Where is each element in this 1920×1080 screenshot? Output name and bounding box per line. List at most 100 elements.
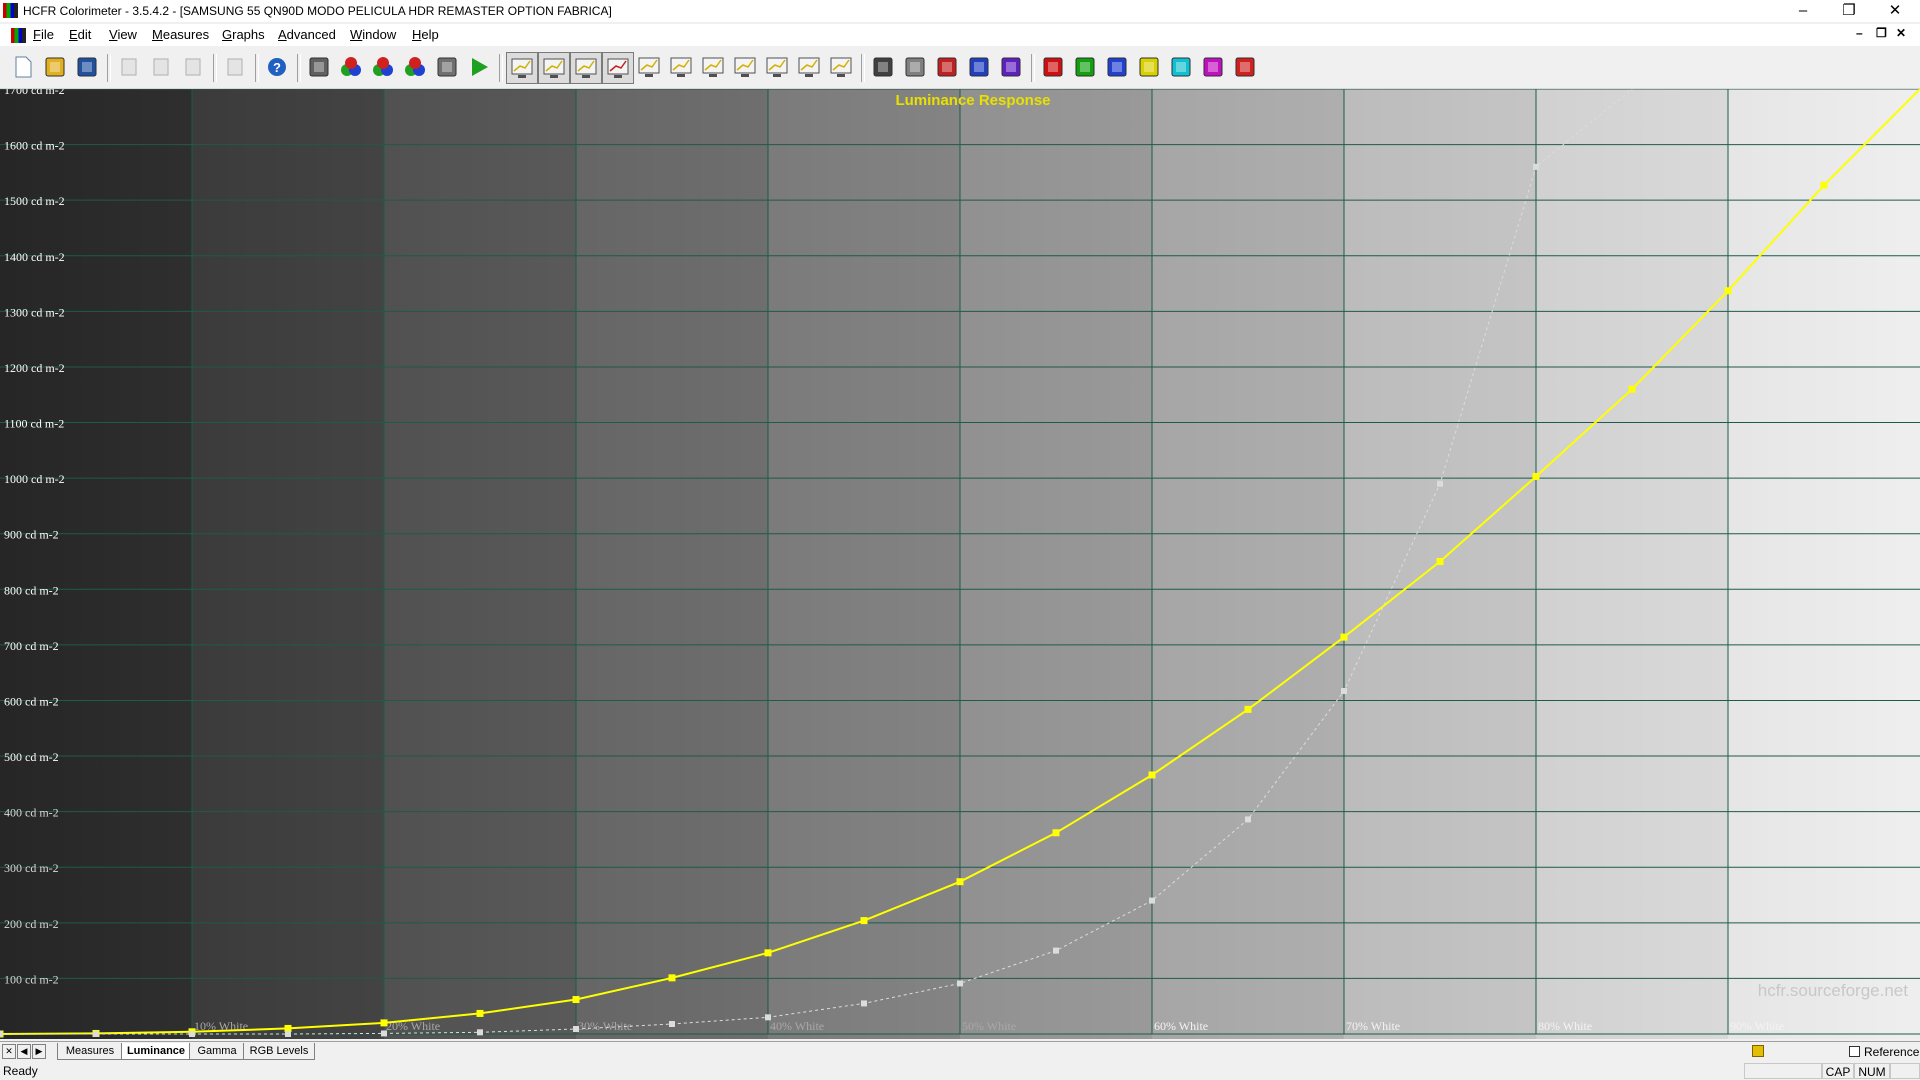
view-rgb-levels-button[interactable] [602, 52, 634, 84]
series-1-point [861, 1000, 867, 1007]
contrast-button[interactable] [996, 52, 1028, 84]
view-luminance-button[interactable] [538, 52, 570, 84]
open-icon [45, 57, 65, 77]
y-tick-label: 500 cd m-2 [4, 750, 59, 764]
series-1-point [1341, 688, 1347, 695]
play-button[interactable] [464, 52, 496, 84]
series-0-point [284, 1024, 292, 1032]
reference-checkbox[interactable] [1849, 1046, 1860, 1057]
y-tick-label: 800 cd m-2 [4, 583, 59, 597]
document-icon[interactable] [11, 28, 26, 43]
view-delta-e-button[interactable] [730, 52, 762, 84]
tab-close-icon[interactable]: ✕ [2, 1044, 16, 1059]
view-rgb-levels-icon [607, 58, 629, 78]
view-cie-button[interactable] [666, 52, 698, 84]
view-measures-button[interactable] [506, 52, 538, 84]
view-measures-icon [511, 58, 533, 78]
camera-button[interactable] [432, 52, 464, 84]
secondaries-measure-button[interactable] [964, 52, 996, 84]
view-near-black-button[interactable] [762, 52, 794, 84]
y-tick-label: 1500 cd m-2 [4, 194, 65, 208]
menu-help[interactable]: Help [412, 27, 439, 42]
window-title: HCFR Colorimeter - 3.5.4.2 - [SAMSUNG 55… [23, 4, 612, 18]
paste-button[interactable] [178, 52, 210, 84]
view-saturation-button[interactable] [634, 52, 666, 84]
save-button[interactable] [72, 52, 104, 84]
all-sat-button[interactable] [1230, 52, 1262, 84]
grayscale-scale-button[interactable] [900, 52, 932, 84]
contrast-icon [1001, 57, 1021, 77]
color-wheel-button[interactable] [400, 52, 432, 84]
help-button[interactable]: ? [262, 52, 294, 84]
menu-edit[interactable]: Edit [69, 27, 91, 42]
y-tick-label: 1400 cd m-2 [4, 250, 65, 264]
close-button[interactable]: ✕ [1872, 0, 1918, 22]
new-icon [15, 56, 32, 78]
status-panel [1744, 1063, 1822, 1079]
menu-advanced[interactable]: Advanced [278, 27, 336, 42]
y-tick-label: 400 cd m-2 [4, 806, 59, 820]
view-free-button[interactable] [826, 52, 858, 84]
maximize-button[interactable]: ❐ [1826, 0, 1872, 22]
sensor-icon [309, 57, 329, 77]
series-0-point [1052, 829, 1060, 837]
red-sat-button[interactable] [1038, 52, 1070, 84]
view-near-white-button[interactable] [794, 52, 826, 84]
play-icon [472, 58, 488, 76]
cyan-sat-button[interactable] [1166, 52, 1198, 84]
grayscale-measure-button[interactable] [868, 52, 900, 84]
secondaries-button[interactable] [368, 52, 400, 84]
sensor-button[interactable] [304, 52, 336, 84]
rgb-primaries-icon [341, 57, 361, 76]
num-indicator: NUM [1854, 1063, 1890, 1079]
minimize-button[interactable]: – [1780, 0, 1826, 22]
tab-gamma[interactable]: Gamma [189, 1043, 245, 1060]
y-tick-label: 1600 cd m-2 [4, 139, 65, 153]
toolbar-separator [255, 54, 259, 82]
rgb-primaries-button[interactable] [336, 52, 368, 84]
series-1-point [669, 1020, 675, 1027]
series-0-point [668, 974, 676, 982]
series-0-point [476, 1009, 484, 1017]
view-cie-icon [670, 57, 692, 77]
svg-text:?: ? [273, 60, 281, 75]
print-button[interactable] [220, 52, 252, 84]
cut-button[interactable] [114, 52, 146, 84]
toolbar-separator [861, 54, 865, 82]
tab-prev-icon[interactable]: ◀ [17, 1044, 31, 1059]
tab-rgb-levels[interactable]: RGB Levels [243, 1043, 315, 1060]
mdi-restore-button[interactable]: ❐ [1876, 26, 1887, 40]
grayscale-measure-icon [873, 57, 893, 77]
gray-band [576, 89, 768, 1039]
title-bar: HCFR Colorimeter - 3.5.4.2 - [SAMSUNG 55… [0, 0, 1920, 22]
menu-file[interactable]: File [33, 27, 54, 42]
tab-luminance[interactable]: Luminance [121, 1043, 191, 1060]
open-button[interactable] [40, 52, 72, 84]
copy-button[interactable] [146, 52, 178, 84]
green-sat-button[interactable] [1070, 52, 1102, 84]
menu-measures[interactable]: Measures [152, 27, 209, 42]
view-colortemp-button[interactable] [698, 52, 730, 84]
series-0-point [572, 996, 580, 1004]
menu-graphs[interactable]: Graphs [222, 27, 265, 42]
view-gamma-button[interactable] [570, 52, 602, 84]
tab-measures[interactable]: Measures [57, 1043, 123, 1060]
series-0-point [860, 917, 868, 925]
cyan-sat-icon [1171, 57, 1191, 77]
series-1-point [0, 1031, 3, 1037]
series-1-point [957, 980, 963, 987]
view-near-black-icon [766, 57, 788, 77]
gray-band [1536, 89, 1728, 1039]
mdi-minimize-button[interactable]: – [1856, 26, 1863, 40]
new-button[interactable] [8, 52, 40, 84]
menu-view[interactable]: View [109, 27, 137, 42]
menu-window[interactable]: Window [350, 27, 396, 42]
tab-next-icon[interactable]: ▶ [32, 1044, 46, 1059]
primaries-measure-button[interactable] [932, 52, 964, 84]
blue-sat-button[interactable] [1102, 52, 1134, 84]
magenta-sat-button[interactable] [1198, 52, 1230, 84]
copy-icon [153, 58, 169, 76]
series-0-point [1340, 633, 1348, 641]
yellow-sat-button[interactable] [1134, 52, 1166, 84]
mdi-close-button[interactable]: ✕ [1896, 26, 1906, 40]
